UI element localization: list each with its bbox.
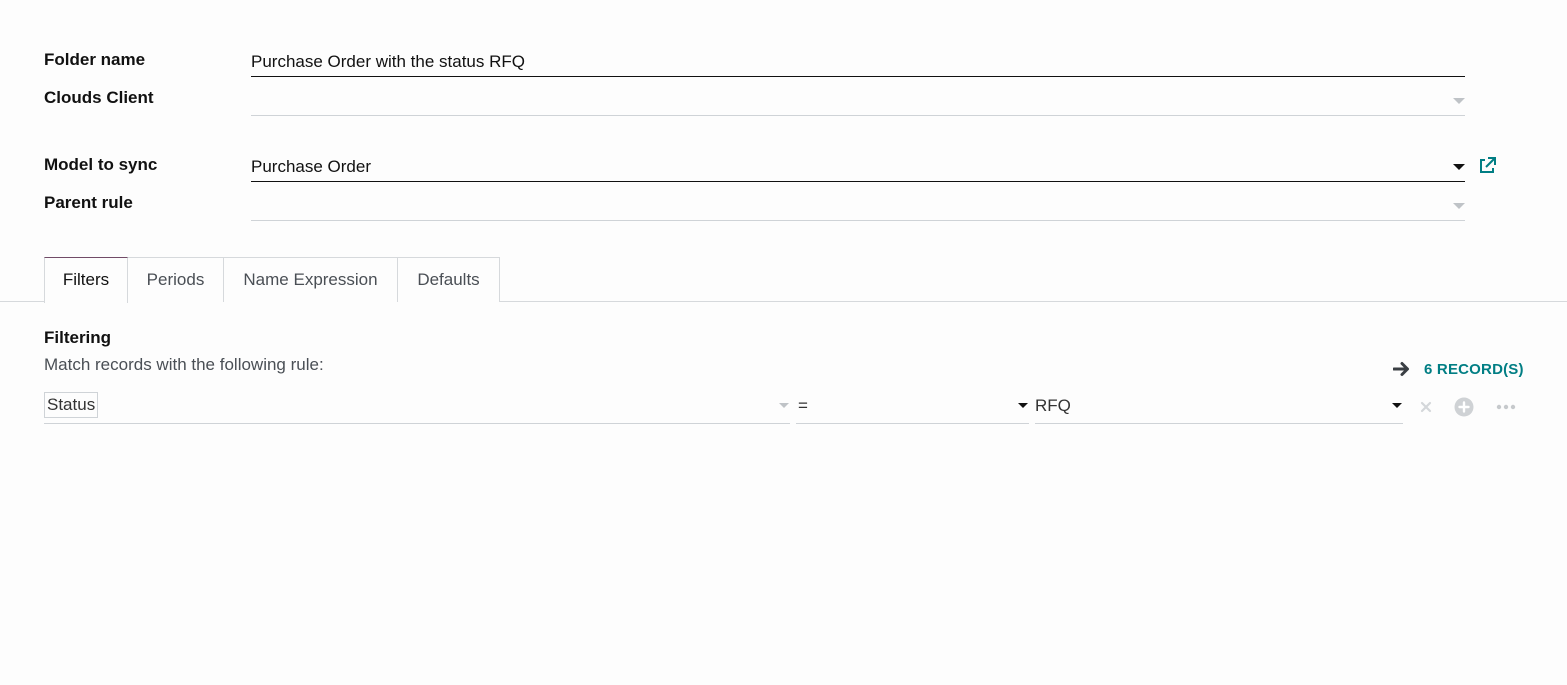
close-icon[interactable] [1415, 396, 1437, 418]
arrow-right-icon [1393, 362, 1409, 376]
clouds-client-select[interactable] [251, 86, 1465, 116]
plus-circle-icon[interactable] [1453, 396, 1475, 418]
external-link-icon[interactable] [1477, 156, 1497, 176]
filtering-title: Filtering [44, 328, 112, 347]
folder-name-value: Purchase Order with the status RFQ [251, 52, 525, 71]
chevron-down-icon [779, 403, 789, 408]
rule-field-path-value: Status [44, 392, 99, 418]
rule-operator-value: = [798, 396, 808, 415]
rule-field-path-select[interactable]: Status [44, 392, 790, 424]
clouds-client-label: Clouds Client [44, 88, 154, 107]
chevron-down-icon [1453, 203, 1465, 209]
parent-rule-select[interactable] [251, 191, 1465, 221]
chevron-down-icon [1018, 403, 1028, 408]
tab-periods[interactable]: Periods [127, 257, 224, 302]
records-count-button[interactable]: 6 RECORD(S) [1393, 359, 1524, 379]
folder-name-input[interactable]: Purchase Order with the status RFQ [251, 47, 1465, 77]
rule-operator-select[interactable]: = [796, 392, 1029, 424]
tab-name-expression[interactable]: Name Expression [223, 257, 398, 302]
tab-filters[interactable]: Filters [44, 257, 128, 303]
rule-value-select[interactable]: RFQ [1035, 392, 1403, 424]
parent-rule-label: Parent rule [44, 193, 133, 212]
ellipsis-icon[interactable] [1495, 396, 1517, 418]
chevron-down-icon [1392, 403, 1402, 408]
chevron-down-icon [1453, 98, 1465, 104]
tab-defaults[interactable]: Defaults [397, 257, 500, 302]
rule-value-value: RFQ [1035, 396, 1071, 415]
model-to-sync-label: Model to sync [44, 155, 158, 174]
folder-name-label: Folder name [44, 50, 146, 69]
model-to-sync-value: Purchase Order [251, 157, 371, 176]
record-form: Folder name Purchase Order with the stat… [0, 0, 1567, 685]
filtering-subtitle: Match records with the following rule: [44, 355, 324, 374]
model-to-sync-select[interactable]: Purchase Order [251, 152, 1465, 182]
records-count-label: 6 RECORD(S) [1424, 360, 1524, 378]
chevron-down-icon [1453, 164, 1465, 170]
